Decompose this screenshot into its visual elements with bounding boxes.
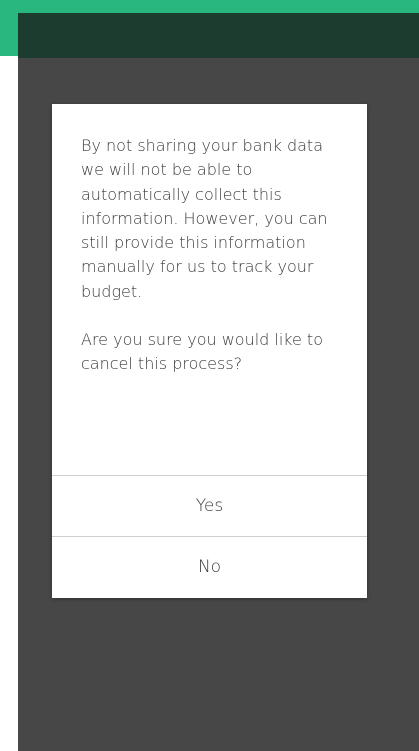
screen: By not sharing your bank data we will no… [0,0,419,751]
app-header [18,13,419,58]
dialog-message: By not sharing your bank data we will no… [81,136,328,301]
dialog-content: By not sharing your bank data we will no… [81,134,349,377]
dialog-question: Are you sure you would like to cancel th… [81,330,323,374]
yes-button-label: Yes [195,496,224,516]
confirm-cancel-dialog: By not sharing your bank data we will no… [52,104,367,598]
no-button-label: No [197,557,222,577]
no-button[interactable]: No [52,536,367,597]
yes-button[interactable]: Yes [52,475,367,536]
